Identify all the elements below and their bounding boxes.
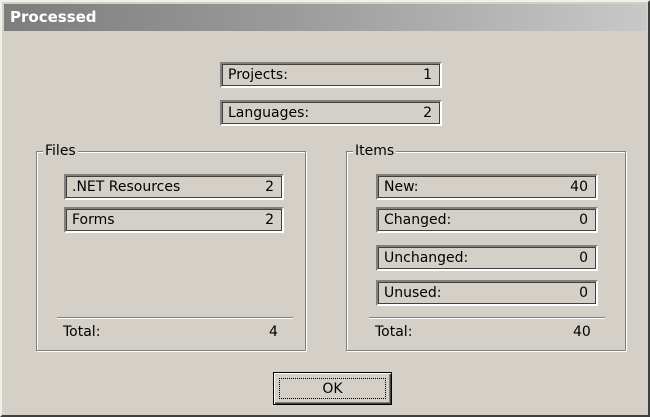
files-item-label: Forms xyxy=(72,212,115,228)
files-total-label: Total: xyxy=(63,324,101,340)
projects-value: 1 xyxy=(423,67,432,83)
files-group: Files .NET Resources 2 Forms 2 Total: 4 xyxy=(36,142,306,351)
files-item-forms: Forms 2 xyxy=(64,207,284,233)
items-unused-value: 0 xyxy=(579,285,588,301)
items-total-label: Total: xyxy=(375,324,413,340)
items-changed-field: Changed: 0 xyxy=(376,207,598,233)
items-new-label: New: xyxy=(384,179,419,195)
items-total-value: 40 xyxy=(573,324,591,340)
processed-dialog: Processed Projects: 1 Languages: 2 Files… xyxy=(0,0,650,417)
languages-field: Languages: 2 xyxy=(220,100,442,126)
files-item-net-resources: .NET Resources 2 xyxy=(64,174,284,200)
items-new-value: 40 xyxy=(570,179,588,195)
projects-field: Projects: 1 xyxy=(220,62,442,88)
ok-button[interactable]: OK xyxy=(273,372,392,405)
items-group: Items New: 40 Changed: 0 Unchanged: 0 Un… xyxy=(346,142,626,351)
files-total-value: 4 xyxy=(269,324,278,340)
languages-value: 2 xyxy=(423,105,432,121)
items-unused-field: Unused: 0 xyxy=(376,280,598,306)
items-unchanged-field: Unchanged: 0 xyxy=(376,245,598,271)
items-changed-value: 0 xyxy=(579,212,588,228)
files-item-value: 2 xyxy=(265,179,274,195)
items-total-divider xyxy=(369,317,605,319)
items-group-title: Items xyxy=(353,142,397,160)
items-unused-label: Unused: xyxy=(384,285,442,301)
files-total-divider xyxy=(57,317,293,319)
items-unchanged-value: 0 xyxy=(579,250,588,266)
items-changed-label: Changed: xyxy=(384,212,452,228)
files-item-value: 2 xyxy=(265,212,274,228)
projects-label: Projects: xyxy=(228,67,288,83)
items-new-field: New: 40 xyxy=(376,174,598,200)
languages-label: Languages: xyxy=(228,105,310,121)
files-group-title: Files xyxy=(43,142,78,160)
window-title: Processed xyxy=(4,4,646,31)
items-unchanged-label: Unchanged: xyxy=(384,250,469,266)
ok-button-label: OK xyxy=(279,378,386,399)
files-item-label: .NET Resources xyxy=(72,179,181,195)
